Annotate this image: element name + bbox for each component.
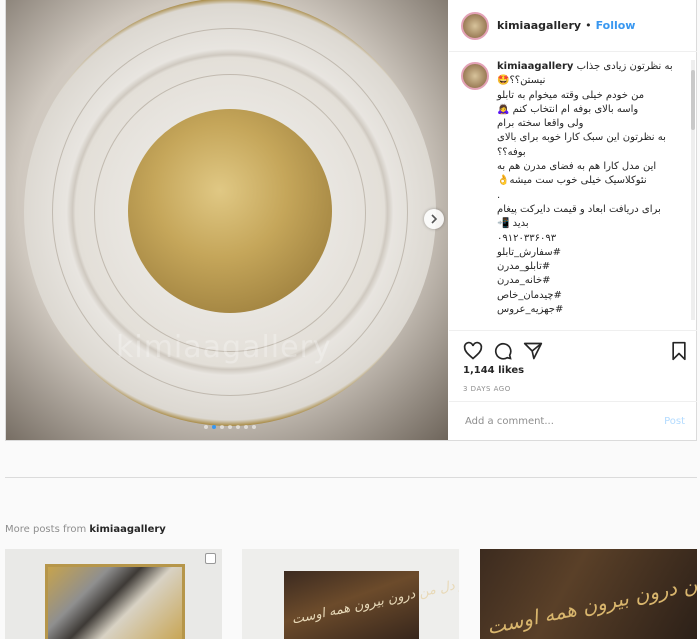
caption-line: نئوکلاسیک خیلی خوب ست میشه👌 bbox=[497, 175, 647, 187]
caption-first-line: kimiaagallery به نظرتون زیادی جذاب bbox=[497, 60, 683, 74]
caption-line: به نظرتون زیادی جذاب bbox=[576, 61, 673, 72]
post-sidebar: kimiaagallery • Follow kimiaagallery به … bbox=[449, 0, 697, 440]
thumb-checkbox[interactable] bbox=[205, 553, 216, 564]
header-username[interactable]: kimiaagallery bbox=[497, 19, 581, 32]
post-comment-button[interactable]: Post bbox=[664, 416, 685, 427]
carousel-dots bbox=[204, 425, 256, 429]
carousel-dot bbox=[244, 425, 248, 429]
actions-section: 1,144 likes 3 DAYS AGO Add a comment... … bbox=[449, 330, 697, 440]
caption-line: ولی واقعا سخته برام bbox=[497, 118, 584, 130]
chevron-right-icon bbox=[431, 214, 438, 224]
scrollbar-thumb[interactable] bbox=[691, 70, 695, 130]
more-post-thumb[interactable]: اندر دل من درون بیرون همه اوست bbox=[242, 549, 459, 639]
carousel-dot bbox=[228, 425, 232, 429]
comment-icon[interactable] bbox=[493, 341, 513, 361]
more-post-thumb[interactable] bbox=[5, 549, 222, 639]
more-posts-username[interactable]: kimiaagallery bbox=[89, 524, 165, 535]
caption-username[interactable]: kimiaagallery bbox=[497, 61, 573, 72]
thumb-calligraphy: اندر دل من درون بیرون همه اوست bbox=[484, 555, 697, 639]
thumb-calligraphy: اندر دل من درون بیرون همه اوست bbox=[290, 573, 459, 628]
carousel-dot bbox=[204, 425, 208, 429]
caption-line: این مدل کارا هم به فضای مدرن هم به bbox=[497, 161, 657, 173]
carousel-next-button[interactable] bbox=[424, 209, 444, 229]
caption-line[interactable]: #جهزیه_عروس bbox=[497, 303, 683, 317]
more-posts-prefix: More posts from bbox=[5, 524, 90, 535]
likes-count[interactable]: 1,144 likes bbox=[463, 365, 524, 376]
thumb-artwork: اندر دل من درون بیرون همه اوست bbox=[284, 571, 459, 639]
caption-line: واسه بالای بوفه ام انتخاب کنم 🙇‍♀️ bbox=[497, 103, 639, 115]
avatar[interactable] bbox=[461, 11, 489, 40]
caption-scrollbar[interactable] bbox=[691, 60, 695, 320]
action-icons bbox=[463, 339, 689, 363]
caption-line[interactable]: #چیدمان_خاص bbox=[497, 289, 683, 303]
caption-line: برای دریافت ابعاد و قیمت دایرکت پیغام bbox=[497, 203, 661, 215]
caption-line[interactable]: #سفارش_تابلو bbox=[497, 246, 683, 260]
header-separator: • bbox=[585, 19, 592, 32]
comment-bar: Add a comment... Post bbox=[449, 401, 697, 441]
caption-line: من خودم خیلی وقته میخوام به تابلو bbox=[497, 89, 645, 101]
follow-button[interactable]: Follow bbox=[596, 19, 636, 32]
more-post-thumb[interactable]: اندر دل من درون بیرون همه اوست bbox=[480, 549, 697, 639]
section-divider bbox=[5, 477, 697, 478]
more-posts-heading: More posts from kimiaagallery bbox=[5, 524, 166, 535]
carousel-dot bbox=[220, 425, 224, 429]
post-image[interactable]: kimiaagallery bbox=[6, 0, 448, 440]
caption-row: kimiaagallery به نظرتون زیادی جذاب نیستن… bbox=[461, 60, 683, 317]
post-header: kimiaagallery • Follow bbox=[449, 0, 697, 52]
carousel-dot bbox=[252, 425, 256, 429]
caption-line: . bbox=[497, 189, 501, 201]
caption-line: بدید 📲 bbox=[497, 218, 529, 230]
carousel-dot-active bbox=[212, 425, 216, 429]
heart-icon[interactable] bbox=[463, 341, 483, 361]
comment-input[interactable]: Add a comment... bbox=[465, 416, 664, 427]
caption-avatar[interactable] bbox=[461, 62, 489, 90]
caption-line[interactable]: #خانه_مدرن bbox=[497, 274, 683, 288]
caption-line[interactable]: #تابلو_مدرن bbox=[497, 260, 683, 274]
post-timestamp[interactable]: 3 DAYS AGO bbox=[463, 385, 511, 393]
caption-text: kimiaagallery به نظرتون زیادی جذاب نیستن… bbox=[497, 60, 683, 317]
caption-line: ۰۹۱۲۰۳۳۶۰۹۳ bbox=[497, 232, 557, 244]
bookmark-icon[interactable] bbox=[669, 341, 689, 361]
artwork-gold-center bbox=[128, 109, 332, 313]
caption-line: نیستن؟؟🤩 bbox=[497, 75, 546, 87]
image-watermark: kimiaagallery bbox=[116, 330, 332, 365]
caption-line: بوفه؟؟ bbox=[497, 146, 526, 158]
caption-line: به نظرتون این سبک کارا خوبه برای بالای bbox=[497, 132, 666, 144]
share-icon[interactable] bbox=[523, 341, 543, 361]
carousel-dot bbox=[236, 425, 240, 429]
thumb-artwork bbox=[45, 564, 185, 639]
post-card: kimiaagallery kimiaagallery • Follow kim… bbox=[5, 0, 697, 441]
caption-area: kimiaagallery به نظرتون زیادی جذاب نیستن… bbox=[449, 60, 693, 328]
